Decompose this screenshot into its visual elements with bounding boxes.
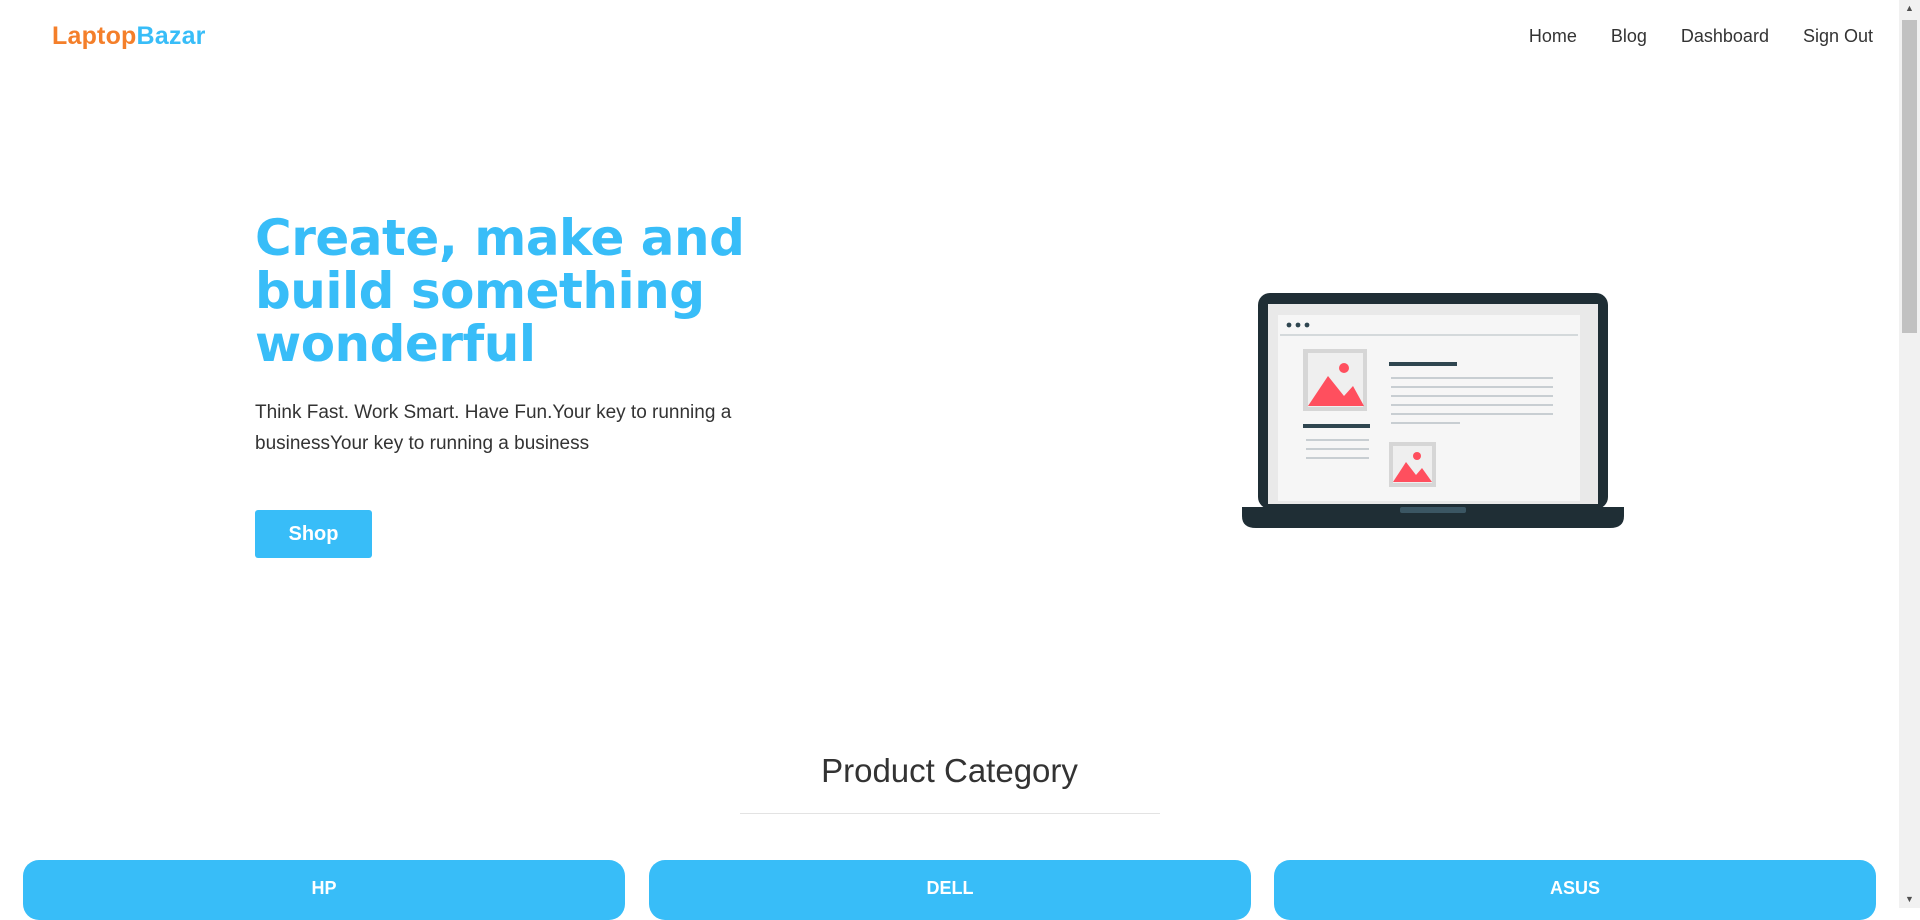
section-divider	[740, 813, 1160, 814]
nav-blog[interactable]: Blog	[1594, 24, 1664, 48]
scrollbar-thumb[interactable]	[1902, 20, 1917, 333]
chevron-up-icon[interactable]: ▲	[1899, 0, 1920, 17]
category-asus[interactable]: ASUS	[1274, 860, 1876, 920]
hero-text: Think Fast. Work Smart. Have Fun.Your ke…	[255, 402, 732, 454]
laptop-illustration-icon	[1242, 293, 1624, 528]
product-category-title: Product Category	[821, 752, 1078, 789]
nav-home[interactable]: Home	[1512, 24, 1594, 48]
hero-title: Create, make and build something wonderf…	[255, 209, 745, 373]
brand-part-2: Bazar	[136, 22, 206, 50]
nav-signout[interactable]: Sign Out	[1786, 24, 1873, 48]
vertical-scrollbar[interactable]: ▲ ▼	[1899, 0, 1920, 908]
nav-dashboard[interactable]: Dashboard	[1664, 24, 1786, 48]
category-hp[interactable]: HP	[23, 860, 625, 920]
main-nav: Home Blog Dashboard Sign Out	[1512, 24, 1873, 48]
brand-logo[interactable]: LaptopBazar	[52, 22, 206, 51]
brand-part-1: Laptop	[52, 22, 137, 50]
chevron-down-icon[interactable]: ▼	[1899, 891, 1920, 908]
shop-button[interactable]: Shop	[255, 510, 372, 558]
category-dell[interactable]: DELL	[649, 860, 1251, 920]
page: LaptopBazar Home Blog Dashboard Sign Out…	[0, 0, 1899, 920]
